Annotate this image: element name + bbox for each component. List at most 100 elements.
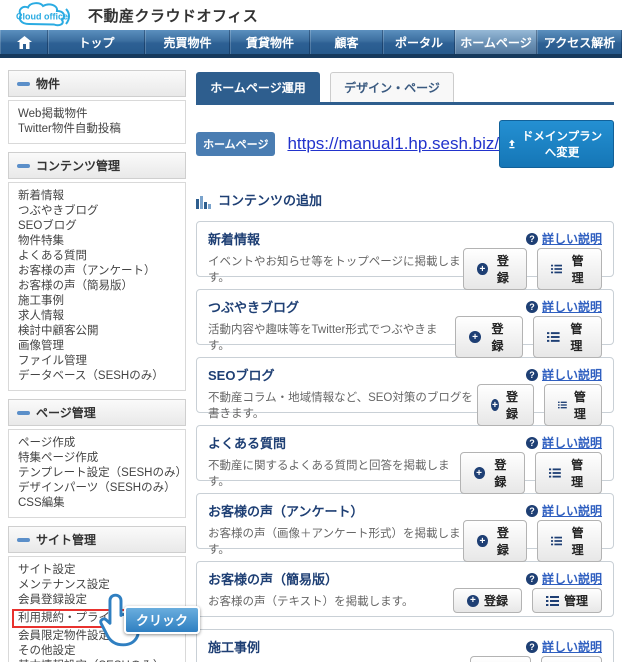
nav-item-access-analytics[interactable]: アクセス解析 (537, 30, 622, 54)
tab-bar: ホームページ運用 デザイン・ページ (196, 72, 614, 105)
sidebar-item-feature-page-create[interactable]: 特集ページ作成 (18, 451, 176, 466)
nav-item-top[interactable]: トップ (48, 30, 145, 54)
sidebar-item-other-settings[interactable]: その他設定 (18, 644, 176, 659)
sidebar-item-prospect-publish[interactable]: 検討中顧客公開 (18, 324, 176, 339)
sidebar-item-image-mgmt[interactable]: 画像管理 (18, 339, 176, 354)
sidebar-section-site-mgmt: サイト管理 (8, 526, 186, 553)
tab-homepage-operation[interactable]: ホームページ運用 (196, 72, 320, 102)
sidebar-section-title: 物件 (36, 77, 61, 91)
site-url-link[interactable]: https://manual1.hp.sesh.biz/ (287, 134, 499, 154)
manage-button[interactable]: 管理 (543, 384, 602, 426)
bar-chart-icon (196, 196, 211, 209)
sidebar-section-properties: 物件 (8, 70, 186, 97)
help-link[interactable]: ? 詳しい説明 (525, 570, 602, 587)
sidebar-item-maintenance-settings[interactable]: メンテナンス設定 (18, 578, 176, 593)
help-link-label[interactable]: 詳しい説明 (542, 434, 602, 451)
sidebar-item-voice-survey[interactable]: お客様の声（アンケート） (18, 264, 176, 279)
nav-item-home[interactable] (0, 30, 48, 54)
manage-button[interactable]: 管理 (535, 452, 602, 494)
help-link[interactable]: ? 詳しい説明 (525, 434, 602, 451)
sidebar-item-construction-cases[interactable]: 施工事例 (18, 294, 176, 309)
question-icon: ? (525, 300, 538, 313)
domain-plan-button-label: ドメインプランへ変更 (521, 131, 603, 159)
sidebar-item-css-edit[interactable]: CSS編集 (18, 496, 176, 511)
content-card-tweet-blog: つぶやきブログ ? 詳しい説明 活動内容や趣味等をTwitter形式でつぶやきま… (196, 289, 614, 358)
content-card-construction-cases: 施工事例 ? 詳しい説明 リフォーム・リノベーション等の施工事例を掲載します。 … (196, 629, 614, 662)
card-title: 施工事例 (208, 640, 261, 655)
card-title: 新着情報 (208, 232, 261, 247)
manage-button[interactable]: 管理 (531, 588, 602, 613)
register-label: 登録 (494, 458, 507, 489)
question-icon: ? (525, 232, 538, 245)
content-card-voice-survey: お客様の声（アンケート） ? 詳しい説明 お客様の声（画像＋アンケート形式）を掲… (196, 493, 614, 562)
help-link[interactable]: ? 詳しい説明 (525, 298, 602, 315)
sidebar-item-twitter-auto-post[interactable]: Twitter物件自動投稿 (18, 122, 176, 137)
register-button[interactable]: +登録 (463, 248, 528, 290)
help-link[interactable]: ? 詳しい説明 (525, 502, 602, 519)
sidebar-item-database[interactable]: データベース（SESHのみ） (18, 369, 176, 384)
content-add-title: コンテンツの追加 (218, 193, 323, 208)
card-title: お客様の声（簡易版） (208, 572, 339, 587)
help-link-label[interactable]: 詳しい説明 (542, 230, 602, 247)
nav-item-customers[interactable]: 顧客 (310, 30, 383, 54)
plus-icon: + (466, 594, 479, 607)
sidebar-item-news[interactable]: 新着情報 (18, 189, 176, 204)
sidebar-item-voice-simple[interactable]: お客様の声（簡易版） (18, 279, 176, 294)
top-nav: トップ 売買物件 賃貸物件 顧客 ポータル ホームページ アクセス解析 (0, 30, 622, 58)
sidebar-item-page-create[interactable]: ページ作成 (18, 436, 176, 451)
sidebar-item-site-settings[interactable]: サイト設定 (18, 563, 176, 578)
help-link-label[interactable]: 詳しい説明 (542, 570, 602, 587)
register-button[interactable]: +登録 (463, 520, 528, 562)
app-title: 不動産クラウドオフィス (88, 7, 259, 25)
sidebar-item-file-mgmt[interactable]: ファイル管理 (18, 354, 176, 369)
sidebar-item-design-parts[interactable]: デザインパーツ（SESHのみ） (18, 481, 176, 496)
help-link-label[interactable]: 詳しい説明 (542, 502, 602, 519)
sidebar-item-property-feature[interactable]: 物件特集 (18, 234, 176, 249)
manage-button[interactable]: 管理 (537, 520, 602, 562)
card-description: 不動産コラム・地域情報など、SEO対策のブログを書きます。 (208, 392, 473, 420)
help-link[interactable]: ? 詳しい説明 (525, 366, 602, 383)
sidebar-section-title: サイト管理 (36, 533, 97, 547)
nav-item-sale-properties[interactable]: 売買物件 (145, 30, 230, 54)
nav-item-portal[interactable]: ポータル (383, 30, 455, 54)
help-link[interactable]: ? 詳しい説明 (525, 230, 602, 247)
tab-design-page[interactable]: デザイン・ページ (330, 72, 454, 102)
manage-button[interactable]: 管理 (533, 316, 602, 358)
help-link-label[interactable]: 詳しい説明 (542, 298, 602, 315)
register-button[interactable]: +登録 (452, 588, 522, 613)
card-title: つぶやきブログ (208, 300, 300, 315)
manage-label: 管理 (563, 594, 588, 608)
sidebar-item-web-properties[interactable]: Web掲載物件 (18, 107, 176, 122)
sidebar-section-title: コンテンツ管理 (36, 159, 121, 173)
sidebar-section-properties-items: Web掲載物件 Twitter物件自動投稿 (8, 100, 186, 144)
cloud-office-logo: Cloud office (14, 1, 80, 29)
list-icon (557, 401, 567, 409)
register-button[interactable]: +登録 (470, 656, 531, 662)
up-arrow-icon (509, 139, 515, 149)
help-link-label[interactable]: 詳しい説明 (542, 366, 602, 383)
nav-item-rental-properties[interactable]: 賃貸物件 (230, 30, 310, 54)
list-icon (549, 468, 562, 478)
help-link-label[interactable]: 詳しい説明 (542, 638, 602, 655)
sidebar-item-template-settings[interactable]: テンプレート設定（SESHのみ） (18, 466, 187, 481)
sidebar-item-seo-blog[interactable]: SEOブログ (18, 219, 176, 234)
sidebar-section-content-mgmt-items: 新着情報 つぶやきブログ SEOブログ 物件特集 よくある質問 お客様の声（アン… (8, 182, 186, 391)
manage-button[interactable]: 管理 (537, 248, 602, 290)
register-button[interactable]: + 登録 (459, 452, 526, 494)
register-button[interactable]: +登録 (455, 316, 524, 358)
sidebar-item-job-info[interactable]: 求人情報 (18, 309, 176, 324)
nav-item-homepage[interactable]: ホームページ (455, 30, 537, 54)
register-button[interactable]: +登録 (476, 384, 534, 426)
domain-plan-button[interactable]: ドメインプランへ変更 (499, 120, 614, 168)
sidebar-item-faq[interactable]: よくある質問 (18, 249, 176, 264)
question-icon: ? (525, 640, 538, 653)
question-icon: ? (525, 436, 538, 449)
home-icon (16, 35, 32, 49)
sidebar-item-tweet-blog[interactable]: つぶやきブログ (18, 204, 176, 219)
register-label: 登録 (505, 390, 518, 421)
plus-icon: + (473, 467, 485, 479)
dash-icon (17, 537, 30, 542)
help-link[interactable]: ? 詳しい説明 (525, 638, 602, 655)
manage-button[interactable]: 管理 (540, 656, 602, 662)
manage-label: 管理 (571, 458, 584, 489)
